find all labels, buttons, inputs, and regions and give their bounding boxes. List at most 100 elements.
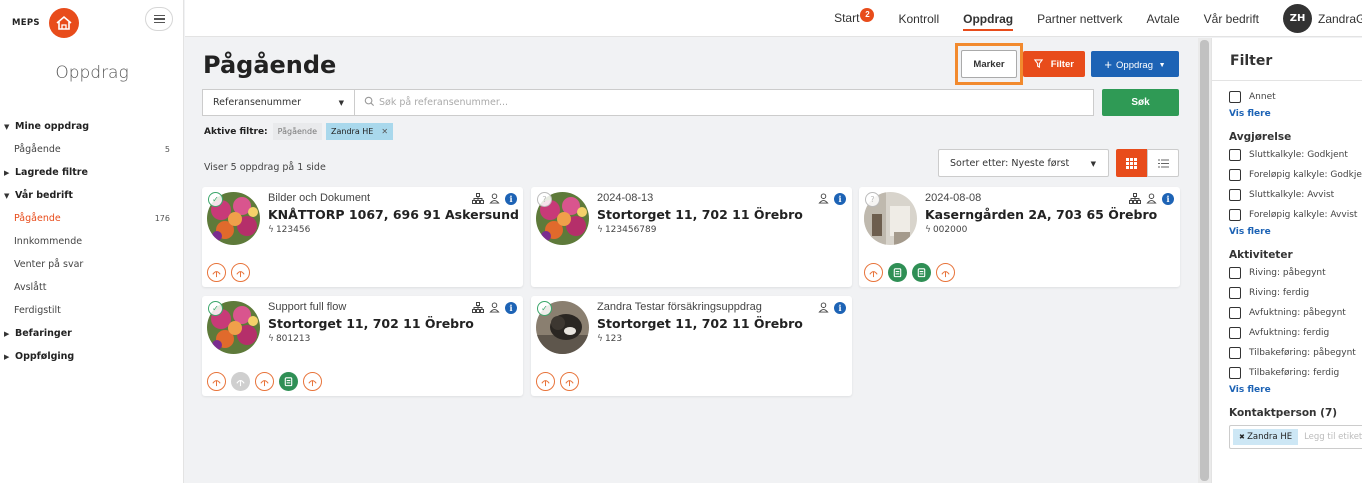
- sidebar-group[interactable]: ▶ Oppfølging: [0, 345, 184, 368]
- status-orange-icon[interactable]: [936, 263, 955, 282]
- checkbox-icon[interactable]: [1229, 149, 1241, 161]
- topnav-item[interactable]: Kontroll: [898, 12, 939, 26]
- status-green-icon[interactable]: [912, 263, 931, 282]
- topnav-item[interactable]: Partner nettverk: [1037, 12, 1122, 26]
- person-icon[interactable]: [488, 301, 501, 314]
- topnav-item[interactable]: Avtale: [1147, 12, 1180, 26]
- sidebar-group[interactable]: ▼ Vår bedrift: [0, 184, 184, 207]
- checkbox-icon[interactable]: [1229, 189, 1241, 201]
- info-icon[interactable]: i: [505, 301, 517, 314]
- sidebar-item[interactable]: Pågående 176: [0, 207, 184, 230]
- filter-chip-person[interactable]: Zandra HE ✕: [326, 123, 394, 140]
- sidebar-item[interactable]: Avslått: [0, 276, 184, 299]
- filter-checkbox[interactable]: Foreløpig kalkyle: Avvist: [1229, 205, 1362, 225]
- filter-checkbox[interactable]: Riving: påbegynt: [1229, 263, 1362, 283]
- close-icon[interactable]: ✖: [1239, 433, 1247, 441]
- person-icon[interactable]: [817, 192, 830, 205]
- org-chart-icon[interactable]: [471, 192, 484, 205]
- sidebar-item[interactable]: Venter på svar: [0, 253, 184, 276]
- filter-chip-status[interactable]: Pågående: [272, 123, 322, 140]
- filter-checkbox[interactable]: Sluttkalkyle: Avvist: [1229, 185, 1362, 205]
- status-gray-icon[interactable]: [231, 372, 250, 391]
- status-orange-icon[interactable]: [303, 372, 322, 391]
- sidebar-item[interactable]: Ferdigstilt: [0, 299, 184, 322]
- checkbox-icon[interactable]: [1229, 347, 1241, 359]
- logo[interactable]: MEPS: [12, 8, 79, 38]
- checkbox-icon[interactable]: [1229, 367, 1241, 379]
- status-orange-icon[interactable]: [231, 263, 250, 282]
- checkbox-icon[interactable]: [1229, 327, 1241, 339]
- show-more-link[interactable]: Vis flere: [1229, 107, 1362, 121]
- hamburger-menu-button[interactable]: [145, 7, 173, 31]
- person-icon[interactable]: [817, 301, 830, 314]
- contact-tag[interactable]: ✖ Zandra HE: [1233, 429, 1299, 445]
- marker-button[interactable]: Marker: [961, 50, 1017, 78]
- filter-checkbox[interactable]: Tilbakeføring: påbegynt: [1229, 343, 1362, 363]
- status-orange-icon[interactable]: [536, 372, 555, 391]
- person-icon[interactable]: [1145, 192, 1158, 205]
- filter-checkbox[interactable]: Avfuktning: ferdig: [1229, 323, 1362, 343]
- show-more-link[interactable]: Vis flere: [1229, 383, 1362, 397]
- show-more-link[interactable]: Vis flere: [1229, 225, 1362, 239]
- status-orange-icon[interactable]: [255, 372, 274, 391]
- filter-checkbox[interactable]: Foreløpig kalkyle: Godkjent: [1229, 165, 1362, 185]
- close-icon[interactable]: ✕: [381, 127, 388, 136]
- status-orange-icon[interactable]: [560, 372, 579, 391]
- org-chart-icon[interactable]: [1128, 192, 1141, 205]
- search-field-select[interactable]: Referansenummer ▼: [202, 89, 355, 116]
- checkbox-icon[interactable]: [1229, 287, 1241, 299]
- filter-checkbox[interactable]: Sluttkalkyle: Godkjent: [1229, 145, 1362, 165]
- sidebar-item-label: Lagrede filtre: [15, 167, 88, 178]
- new-oppdrag-button[interactable]: + Oppdrag ▼: [1091, 51, 1179, 77]
- oppdrag-card[interactable]: ✓ Support full flow Stortorget 11, 702 11 …: [202, 296, 523, 396]
- oppdrag-card[interactable]: ? 2024-08-08 Kaserngården 2A, 703 65 Örebr…: [859, 187, 1180, 287]
- sidebar-group[interactable]: ▶ Lagrede filtre: [0, 161, 184, 184]
- sidebar-item-label: Vår bedrift: [15, 190, 73, 201]
- status-green-icon[interactable]: [888, 263, 907, 282]
- filter-checkbox[interactable]: Tilbakeføring: ferdig: [1229, 363, 1362, 383]
- sort-select[interactable]: Sorter etter: Nyeste først ▼: [938, 149, 1109, 177]
- search-button[interactable]: Søk: [1102, 89, 1179, 116]
- topnav-item[interactable]: Oppdrag: [963, 12, 1014, 31]
- status-orange-icon[interactable]: [207, 263, 226, 282]
- checkbox-icon[interactable]: [1229, 169, 1241, 181]
- contact-tag-input[interactable]: ✖ Zandra HE Legg til etikett: [1229, 425, 1362, 449]
- org-chart-icon[interactable]: [471, 301, 484, 314]
- list-view-button[interactable]: [1147, 149, 1179, 177]
- oppdrag-card[interactable]: ✓ Zandra Testar försäkringsuppdrag Stortor…: [531, 296, 852, 396]
- info-icon[interactable]: i: [505, 192, 517, 205]
- oppdrag-card[interactable]: ? 2024-08-13 Stortorget 11, 702 11 Örebro ϟ…: [531, 187, 852, 287]
- scrollbar-thumb[interactable]: [1200, 40, 1209, 481]
- info-icon[interactable]: i: [834, 192, 846, 205]
- filter-panel-body: Annet Vis flere Avgjørelse Sluttkalkyle: Go…: [1229, 87, 1362, 449]
- card-subtitle: Zandra Testar försäkringsuppdrag: [597, 301, 762, 313]
- info-icon[interactable]: i: [1162, 192, 1174, 205]
- main-scrollbar[interactable]: [1198, 38, 1211, 483]
- filter-checkbox[interactable]: Riving: ferdig: [1229, 283, 1362, 303]
- checkbox-icon[interactable]: [1229, 307, 1241, 319]
- topnav-item[interactable]: Vår bedrift: [1204, 12, 1259, 26]
- card-address: KNÅTTORP 1067, 696 91 Askersund: [268, 207, 519, 222]
- person-icon[interactable]: [488, 192, 501, 205]
- status-orange-icon[interactable]: [864, 263, 883, 282]
- checkbox-icon[interactable]: [1229, 267, 1241, 279]
- grid-view-button[interactable]: [1116, 149, 1147, 177]
- checkbox-icon[interactable]: [1229, 209, 1241, 221]
- notification-badge: 2: [860, 7, 875, 22]
- info-icon[interactable]: i: [834, 301, 846, 314]
- sidebar-group[interactable]: ▶ Befaringer: [0, 322, 184, 345]
- oppdrag-card[interactable]: ✓ Bilder och Dokument KNÅTTORP 1067, 696 9…: [202, 187, 523, 287]
- user-menu[interactable]: ZH ZandraG: [1283, 4, 1362, 33]
- sidebar-item[interactable]: Pågående 5: [0, 138, 184, 161]
- checkbox-icon[interactable]: [1229, 91, 1241, 103]
- sidebar-group[interactable]: ▼ Mine oppdrag: [0, 115, 184, 138]
- status-green-icon[interactable]: [279, 372, 298, 391]
- search-input[interactable]: Søk på referansenummer...: [355, 89, 1094, 116]
- status-orange-icon[interactable]: [207, 372, 226, 391]
- topnav-item[interactable]: Start 2: [834, 7, 875, 27]
- sidebar-item[interactable]: Innkommende: [0, 230, 184, 253]
- chevron-down-icon: ▼: [1090, 160, 1096, 168]
- filter-checkbox[interactable]: Avfuktning: påbegynt: [1229, 303, 1362, 323]
- filter-checkbox[interactable]: Annet: [1229, 87, 1362, 107]
- filter-button[interactable]: Filter: [1023, 51, 1085, 77]
